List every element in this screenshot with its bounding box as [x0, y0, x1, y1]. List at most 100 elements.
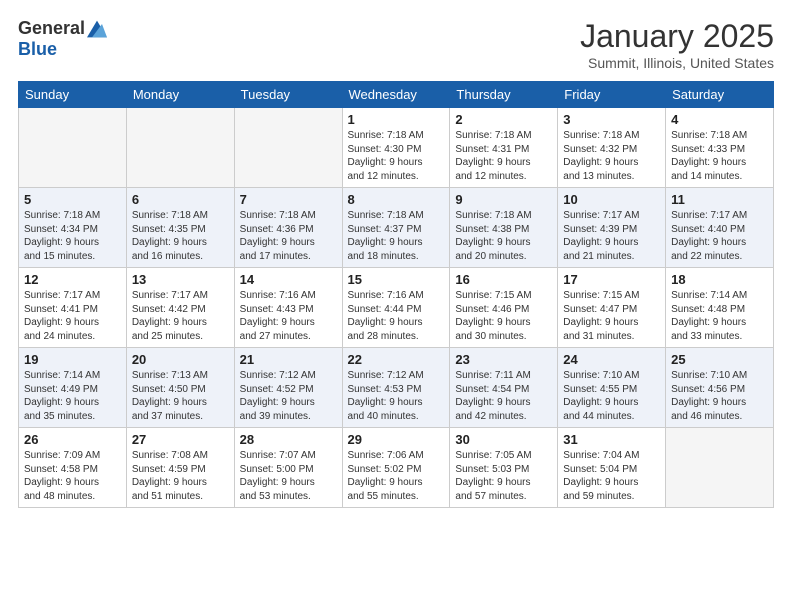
calendar-day-cell: 11 Sunrise: 7:17 AM Sunset: 4:40 PM Dayli…	[666, 188, 774, 268]
day-number: 25	[671, 352, 768, 367]
day-info: Sunrise: 7:10 AM Sunset: 4:56 PM Dayligh…	[671, 369, 768, 423]
logo-icon	[87, 19, 107, 39]
day-info: Sunrise: 7:04 AM Sunset: 5:04 PM Dayligh…	[563, 449, 660, 503]
day-info: Sunrise: 7:10 AM Sunset: 4:55 PM Dayligh…	[563, 369, 660, 423]
calendar-day-cell: 8 Sunrise: 7:18 AM Sunset: 4:37 PM Daylig…	[342, 188, 450, 268]
day-info: Sunrise: 7:05 AM Sunset: 5:03 PM Dayligh…	[455, 449, 552, 503]
calendar-week-row: 26Sunrise: 7:09 AM Sunset: 4:58 PM Dayli…	[19, 428, 774, 508]
day-number: 31	[563, 432, 660, 447]
day-number: 7	[240, 192, 337, 207]
day-number: 15	[348, 272, 445, 287]
day-number: 8	[348, 192, 445, 207]
day-number: 19	[24, 352, 121, 367]
calendar-header-tuesday: Tuesday	[234, 82, 342, 108]
header: General Blue January 2025 Summit, Illino…	[18, 18, 774, 71]
day-number: 20	[132, 352, 229, 367]
day-number: 12	[24, 272, 121, 287]
calendar-day-cell	[666, 428, 774, 508]
calendar-day-cell	[234, 108, 342, 188]
day-info: Sunrise: 7:18 AM Sunset: 4:34 PM Dayligh…	[24, 209, 121, 263]
day-number: 9	[455, 192, 552, 207]
calendar-day-cell: 18 Sunrise: 7:14 AM Sunset: 4:48 PM Dayli…	[666, 268, 774, 348]
day-info: Sunrise: 7:14 AM Sunset: 4:49 PM Dayligh…	[24, 369, 121, 423]
calendar-day-cell: 4 Sunrise: 7:18 AM Sunset: 4:33 PM Daylig…	[666, 108, 774, 188]
calendar-day-cell: 6Sunrise: 7:18 AM Sunset: 4:35 PM Daylig…	[126, 188, 234, 268]
logo-general: General	[18, 18, 85, 39]
calendar-day-cell: 24 Sunrise: 7:10 AM Sunset: 4:55 PM Dayli…	[558, 348, 666, 428]
calendar-day-cell: 16 Sunrise: 7:15 AM Sunset: 4:46 PM Dayli…	[450, 268, 558, 348]
calendar-day-cell: 12 Sunrise: 7:17 AM Sunset: 4:41 PM Dayli…	[19, 268, 127, 348]
calendar-day-cell: 22 Sunrise: 7:12 AM Sunset: 4:53 PM Dayli…	[342, 348, 450, 428]
calendar-header-sunday: Sunday	[19, 82, 127, 108]
day-info: Sunrise: 7:15 AM Sunset: 4:46 PM Dayligh…	[455, 289, 552, 343]
calendar-day-cell: 3 Sunrise: 7:18 AM Sunset: 4:32 PM Daylig…	[558, 108, 666, 188]
day-number: 23	[455, 352, 552, 367]
day-number: 26	[24, 432, 121, 447]
calendar-day-cell: 28 Sunrise: 7:07 AM Sunset: 5:00 PM Dayli…	[234, 428, 342, 508]
calendar-day-cell: 15Sunrise: 7:16 AM Sunset: 4:44 PM Dayli…	[342, 268, 450, 348]
day-info: Sunrise: 7:12 AM Sunset: 4:53 PM Dayligh…	[348, 369, 445, 423]
calendar-day-cell: 9 Sunrise: 7:18 AM Sunset: 4:38 PM Daylig…	[450, 188, 558, 268]
day-info: Sunrise: 7:18 AM Sunset: 4:37 PM Dayligh…	[348, 209, 445, 263]
calendar-day-cell: 10 Sunrise: 7:17 AM Sunset: 4:39 PM Dayli…	[558, 188, 666, 268]
logo: General Blue	[18, 18, 107, 60]
day-number: 10	[563, 192, 660, 207]
calendar-day-cell: 7Sunrise: 7:18 AM Sunset: 4:36 PM Daylig…	[234, 188, 342, 268]
calendar-day-cell: 25 Sunrise: 7:10 AM Sunset: 4:56 PM Dayli…	[666, 348, 774, 428]
calendar-day-cell: 14Sunrise: 7:16 AM Sunset: 4:43 PM Dayli…	[234, 268, 342, 348]
calendar-header-monday: Monday	[126, 82, 234, 108]
day-info: Sunrise: 7:18 AM Sunset: 4:32 PM Dayligh…	[563, 129, 660, 183]
page: General Blue January 2025 Summit, Illino…	[0, 0, 792, 520]
day-number: 4	[671, 112, 768, 127]
day-number: 18	[671, 272, 768, 287]
day-info: Sunrise: 7:18 AM Sunset: 4:30 PM Dayligh…	[348, 129, 445, 183]
calendar-day-cell: 27Sunrise: 7:08 AM Sunset: 4:59 PM Dayli…	[126, 428, 234, 508]
calendar-subtitle: Summit, Illinois, United States	[580, 55, 774, 71]
day-number: 29	[348, 432, 445, 447]
calendar-week-row: 5 Sunrise: 7:18 AM Sunset: 4:34 PM Daylig…	[19, 188, 774, 268]
calendar-day-cell: 13Sunrise: 7:17 AM Sunset: 4:42 PM Dayli…	[126, 268, 234, 348]
day-number: 28	[240, 432, 337, 447]
calendar-header-thursday: Thursday	[450, 82, 558, 108]
day-number: 1	[348, 112, 445, 127]
calendar-day-cell: 21Sunrise: 7:12 AM Sunset: 4:52 PM Dayli…	[234, 348, 342, 428]
day-info: Sunrise: 7:17 AM Sunset: 4:40 PM Dayligh…	[671, 209, 768, 263]
day-info: Sunrise: 7:16 AM Sunset: 4:43 PM Dayligh…	[240, 289, 337, 343]
day-number: 22	[348, 352, 445, 367]
calendar-header-saturday: Saturday	[666, 82, 774, 108]
day-number: 16	[455, 272, 552, 287]
calendar-title: January 2025	[580, 18, 774, 55]
calendar-day-cell: 31 Sunrise: 7:04 AM Sunset: 5:04 PM Dayli…	[558, 428, 666, 508]
day-info: Sunrise: 7:17 AM Sunset: 4:39 PM Dayligh…	[563, 209, 660, 263]
day-info: Sunrise: 7:17 AM Sunset: 4:42 PM Dayligh…	[132, 289, 229, 343]
day-info: Sunrise: 7:07 AM Sunset: 5:00 PM Dayligh…	[240, 449, 337, 503]
calendar-day-cell	[19, 108, 127, 188]
calendar-week-row: 19 Sunrise: 7:14 AM Sunset: 4:49 PM Dayli…	[19, 348, 774, 428]
calendar-header-friday: Friday	[558, 82, 666, 108]
day-number: 5	[24, 192, 121, 207]
day-info: Sunrise: 7:18 AM Sunset: 4:38 PM Dayligh…	[455, 209, 552, 263]
calendar-header-wednesday: Wednesday	[342, 82, 450, 108]
calendar-day-cell: 29Sunrise: 7:06 AM Sunset: 5:02 PM Dayli…	[342, 428, 450, 508]
day-number: 3	[563, 112, 660, 127]
title-block: January 2025 Summit, Illinois, United St…	[580, 18, 774, 71]
day-info: Sunrise: 7:11 AM Sunset: 4:54 PM Dayligh…	[455, 369, 552, 423]
calendar-day-cell: 20 Sunrise: 7:13 AM Sunset: 4:50 PM Dayli…	[126, 348, 234, 428]
calendar-header-row: SundayMondayTuesdayWednesdayThursdayFrid…	[19, 82, 774, 108]
calendar-day-cell: 19 Sunrise: 7:14 AM Sunset: 4:49 PM Dayli…	[19, 348, 127, 428]
day-info: Sunrise: 7:17 AM Sunset: 4:41 PM Dayligh…	[24, 289, 121, 343]
day-number: 24	[563, 352, 660, 367]
logo-blue-text: Blue	[18, 39, 57, 60]
logo-blue: Blue	[18, 39, 57, 59]
day-info: Sunrise: 7:14 AM Sunset: 4:48 PM Dayligh…	[671, 289, 768, 343]
day-info: Sunrise: 7:18 AM Sunset: 4:35 PM Dayligh…	[132, 209, 229, 263]
calendar-week-row: 1 Sunrise: 7:18 AM Sunset: 4:30 PM Daylig…	[19, 108, 774, 188]
day-number: 11	[671, 192, 768, 207]
calendar-day-cell	[126, 108, 234, 188]
day-info: Sunrise: 7:13 AM Sunset: 4:50 PM Dayligh…	[132, 369, 229, 423]
day-info: Sunrise: 7:18 AM Sunset: 4:33 PM Dayligh…	[671, 129, 768, 183]
calendar-day-cell: 2Sunrise: 7:18 AM Sunset: 4:31 PM Daylig…	[450, 108, 558, 188]
day-number: 17	[563, 272, 660, 287]
day-info: Sunrise: 7:15 AM Sunset: 4:47 PM Dayligh…	[563, 289, 660, 343]
calendar-day-cell: 30Sunrise: 7:05 AM Sunset: 5:03 PM Dayli…	[450, 428, 558, 508]
